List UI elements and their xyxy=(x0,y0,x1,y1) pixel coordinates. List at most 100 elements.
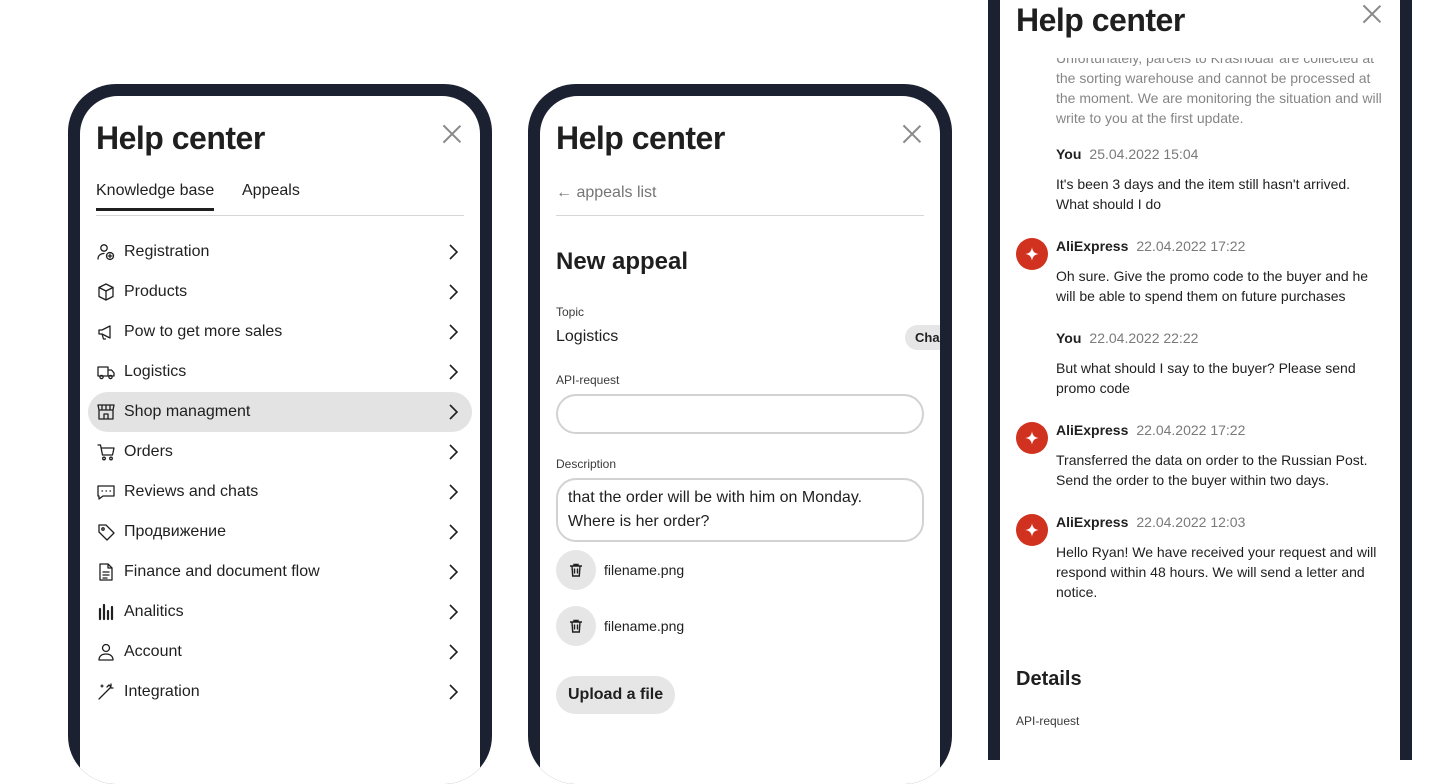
sparkle-icon xyxy=(1025,523,1039,537)
message-header: AliExpress 22.04.2022 17:22 xyxy=(1056,422,1245,438)
bar-chart-icon xyxy=(96,602,116,622)
menu-item-label: Продвижение xyxy=(124,523,226,540)
chevron-right-icon xyxy=(449,364,458,380)
knowledge-base-menu: Registration Products Pow to get more sale… xyxy=(88,232,472,712)
menu-item-label: Orders xyxy=(124,443,173,460)
appeal-heading: New appeal xyxy=(556,248,689,275)
sparkle-icon xyxy=(1025,431,1039,445)
aliexpress-avatar xyxy=(1016,422,1048,454)
message-date: 22.04.2022 17:22 xyxy=(1136,238,1246,254)
upload-file-button[interactable]: Upload a file xyxy=(556,676,676,714)
truck-icon xyxy=(96,362,116,382)
chevron-right-icon xyxy=(449,244,458,260)
menu-item-label: Analitics xyxy=(124,603,184,620)
topic-value: Logistics xyxy=(556,328,619,345)
close-icon[interactable] xyxy=(902,124,922,144)
menu-item[interactable]: Logistics xyxy=(88,352,472,392)
description-textarea[interactable]: that the order will be with him on Monda… xyxy=(556,478,924,542)
chevron-right-icon xyxy=(449,524,458,540)
tab-bar: Knowledge base Appeals xyxy=(96,182,464,216)
delete-file-button[interactable] xyxy=(556,550,596,590)
menu-item[interactable]: Integration xyxy=(88,672,472,712)
chevron-right-icon xyxy=(449,404,458,420)
chevron-right-icon xyxy=(449,284,458,300)
page-title: Help center xyxy=(1016,2,1185,38)
attached-file: filename.png xyxy=(556,606,684,646)
tag-icon xyxy=(96,522,116,542)
message-text: Oh sure. Give the promo code to the buye… xyxy=(1056,268,1369,304)
details-api-request-label: API-request xyxy=(1016,714,1080,728)
store-icon xyxy=(96,402,116,422)
message-date: 25.04.2022 15:04 xyxy=(1089,146,1199,162)
api-request-label: API-request xyxy=(556,373,620,387)
message-text: It's been 3 days and the item still hasn… xyxy=(1056,176,1351,212)
chevron-right-icon xyxy=(449,604,458,620)
menu-item-label: Products xyxy=(124,283,188,300)
message-header: AliExpress 22.04.2022 12:03 xyxy=(1056,514,1245,530)
message-author: You xyxy=(1056,146,1082,162)
message-date: 22.04.2022 12:03 xyxy=(1136,514,1246,530)
menu-item-label: Registration xyxy=(124,243,210,260)
menu-item[interactable]: Products xyxy=(88,272,472,312)
phone-appeal-chat: AliExpress 22.04.2022 17:22 Unfortunately,… xyxy=(988,0,1412,760)
menu-item-label: Shop managment xyxy=(124,403,251,420)
menu-item[interactable]: Registration xyxy=(88,232,472,272)
chat-icon xyxy=(96,482,116,502)
phone-knowledge-base: Help center Knowledge base Appeals Regis… xyxy=(68,84,492,784)
aliexpress-avatar xyxy=(1016,238,1048,270)
tab-appeals[interactable]: Appeals xyxy=(242,182,300,200)
message-author: AliExpress xyxy=(1056,238,1129,254)
message-header: AliExpress 22.04.2022 17:22 xyxy=(1056,238,1245,254)
trash-icon xyxy=(570,563,582,577)
message-date: 22.04.2022 17:22 xyxy=(1136,422,1246,438)
close-icon[interactable] xyxy=(442,124,462,144)
menu-item[interactable]: Account xyxy=(88,632,472,672)
message-text: Hello Ryan! We have received your reques… xyxy=(1056,544,1377,600)
change-topic-button[interactable]: Change xyxy=(905,325,940,350)
menu-item[interactable]: Pow to get more sales xyxy=(88,312,472,352)
megaphone-icon xyxy=(96,322,116,342)
magic-wand-icon xyxy=(96,682,116,702)
user-plus-icon xyxy=(96,242,116,262)
phone-new-appeal: Help center ← appeals list New appeal To… xyxy=(528,84,952,784)
chevron-right-icon xyxy=(449,484,458,500)
delete-file-button[interactable] xyxy=(556,606,596,646)
message-text: Transferred the data on order to the Rus… xyxy=(1056,452,1368,488)
menu-item[interactable]: Analitics xyxy=(88,592,472,632)
menu-item[interactable]: Reviews and chats xyxy=(88,472,472,512)
file-name: filename.png xyxy=(604,562,685,578)
message-header: You 25.04.2022 15:04 xyxy=(1056,146,1198,162)
menu-item-label: Reviews and chats xyxy=(124,483,259,500)
topic-label: Topic xyxy=(556,305,585,319)
chevron-right-icon xyxy=(449,564,458,580)
menu-item-label: Finance and document flow xyxy=(124,563,320,580)
message-text: Unfortunately, parcels to Krasnodar are … xyxy=(1056,50,1382,126)
close-icon[interactable] xyxy=(1362,4,1382,24)
message-author: AliExpress xyxy=(1056,422,1129,438)
trash-icon xyxy=(570,619,582,633)
message-date: 22.04.2022 22:22 xyxy=(1089,330,1199,346)
chat-thread: AliExpress 22.04.2022 17:22 Unfortunately,… xyxy=(1000,0,1400,760)
menu-item-label: Account xyxy=(124,643,182,660)
tab-knowledge-base[interactable]: Knowledge base xyxy=(96,182,215,211)
menu-item-label: Logistics xyxy=(124,363,187,380)
file-name: filename.png xyxy=(604,618,685,634)
menu-item-label: Integration xyxy=(124,683,200,700)
menu-item[interactable]: Finance and document flow xyxy=(88,552,472,592)
chevron-right-icon xyxy=(449,324,458,340)
menu-item[interactable]: Orders xyxy=(88,432,472,472)
menu-item-label: Pow to get more sales xyxy=(124,323,283,340)
message-text: But what should I say to the buyer? Plea… xyxy=(1056,360,1356,396)
api-request-input[interactable] xyxy=(556,394,924,434)
cart-icon xyxy=(96,442,116,462)
box-icon xyxy=(96,282,116,302)
attached-file: filename.png xyxy=(556,550,684,590)
description-label: Description xyxy=(556,457,617,471)
message-author: AliExpress xyxy=(1056,514,1129,530)
screen: AliExpress 22.04.2022 17:22 Unfortunately,… xyxy=(1000,0,1400,760)
menu-item[interactable]: Shop managment xyxy=(88,392,472,432)
menu-item[interactable]: Продвижение xyxy=(88,512,472,552)
page-title: Help center xyxy=(96,120,265,156)
back-to-appeals-link[interactable]: ← appeals list xyxy=(556,184,924,216)
screen: Help center Knowledge base Appeals Regis… xyxy=(80,96,480,784)
